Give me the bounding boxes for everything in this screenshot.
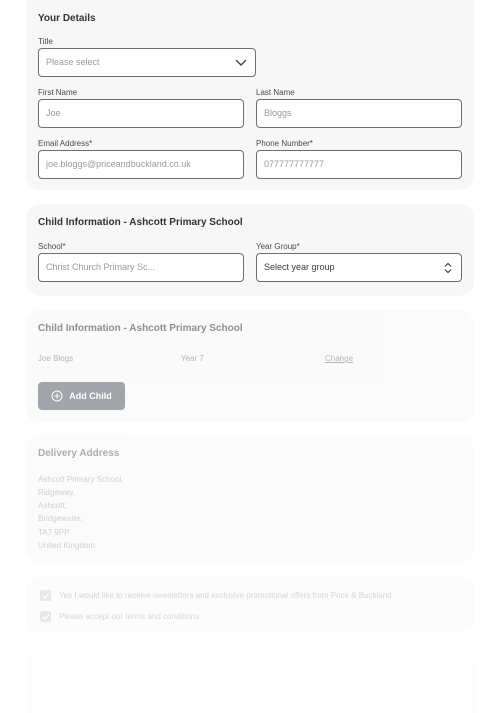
add-child-label: Add Child xyxy=(69,391,112,401)
child-info-form-card: Child Information - Ashcott Primary Scho… xyxy=(26,204,474,296)
check-icon xyxy=(42,613,49,620)
phone-field[interactable]: 077777777777 xyxy=(256,150,462,179)
last-name-field[interactable]: Bloggs xyxy=(256,99,462,128)
terms-consent-row[interactable]: Please accept our terms and conditions. xyxy=(40,611,201,622)
terms-checkbox[interactable] xyxy=(40,611,51,622)
school-field[interactable]: Christ Church Primary Sc... xyxy=(38,253,244,282)
title-label: Title xyxy=(38,37,53,46)
phone-placeholder: 077777777777 xyxy=(264,159,325,169)
delivery-heading: Delivery Address xyxy=(38,448,120,459)
email-placeholder: joe.bloggs@priceandbuckland.co.uk xyxy=(46,159,191,169)
school-label: School* xyxy=(38,242,66,251)
terms-consent-label: Please accept our terms and conditions. xyxy=(59,612,202,621)
chevron-down-icon xyxy=(235,59,247,66)
year-group-value: Select year group xyxy=(264,262,335,272)
newsletter-checkbox[interactable] xyxy=(40,590,51,601)
add-child-button[interactable]: Add Child xyxy=(38,382,125,410)
year-group-select[interactable]: Select year group xyxy=(256,253,462,282)
address-line: Ashcott, xyxy=(38,501,67,510)
address-line: United Kingdom xyxy=(38,541,95,550)
first-name-label: First Name xyxy=(38,88,78,97)
child-info-summary-card: Child Information - Ashcott Primary Scho… xyxy=(26,310,474,422)
child-info-heading: Child Information - Ashcott Primary Scho… xyxy=(38,217,243,228)
up-down-chevron-icon xyxy=(444,262,452,274)
year-group-label: Year Group* xyxy=(256,242,300,251)
child-summary-heading: Child Information - Ashcott Primary Scho… xyxy=(38,323,243,334)
next-section-card xyxy=(26,647,474,713)
first-name-placeholder: Joe xyxy=(46,108,61,118)
address-line: Ridgeway, xyxy=(38,488,75,497)
child-name: Joe Blogs xyxy=(38,354,74,363)
address-line: Bridgewater, xyxy=(38,514,83,523)
address-line: Ashcott Primary School, xyxy=(38,475,124,484)
address-line: TA7 9PP xyxy=(38,528,70,537)
email-label: Email Address* xyxy=(38,139,93,148)
your-details-heading: Your Details xyxy=(38,13,96,24)
first-name-field[interactable]: Joe xyxy=(38,99,244,128)
school-placeholder: Christ Church Primary Sc... xyxy=(46,262,156,272)
newsletter-consent-label: Yes I would like to receive newsletters … xyxy=(59,591,394,600)
consents-card: Yes I would like to receive newsletters … xyxy=(26,577,474,633)
child-year: Year 7 xyxy=(181,354,204,363)
check-icon xyxy=(42,592,49,599)
delivery-address-card: Delivery Address Ashcott Primary School,… xyxy=(26,435,474,563)
phone-label: Phone Number* xyxy=(256,139,313,148)
newsletter-consent-row[interactable]: Yes I would like to receive newsletters … xyxy=(40,590,394,601)
email-field[interactable]: joe.bloggs@priceandbuckland.co.uk xyxy=(38,150,244,179)
title-select[interactable]: Please select xyxy=(38,48,256,77)
last-name-label: Last Name xyxy=(256,88,295,97)
change-link[interactable]: Change xyxy=(325,354,353,363)
title-select-value: Please select xyxy=(46,57,100,67)
your-details-card: Your Details Title Please select First N… xyxy=(26,0,474,190)
plus-circle-icon xyxy=(51,390,63,402)
last-name-placeholder: Bloggs xyxy=(264,108,292,118)
